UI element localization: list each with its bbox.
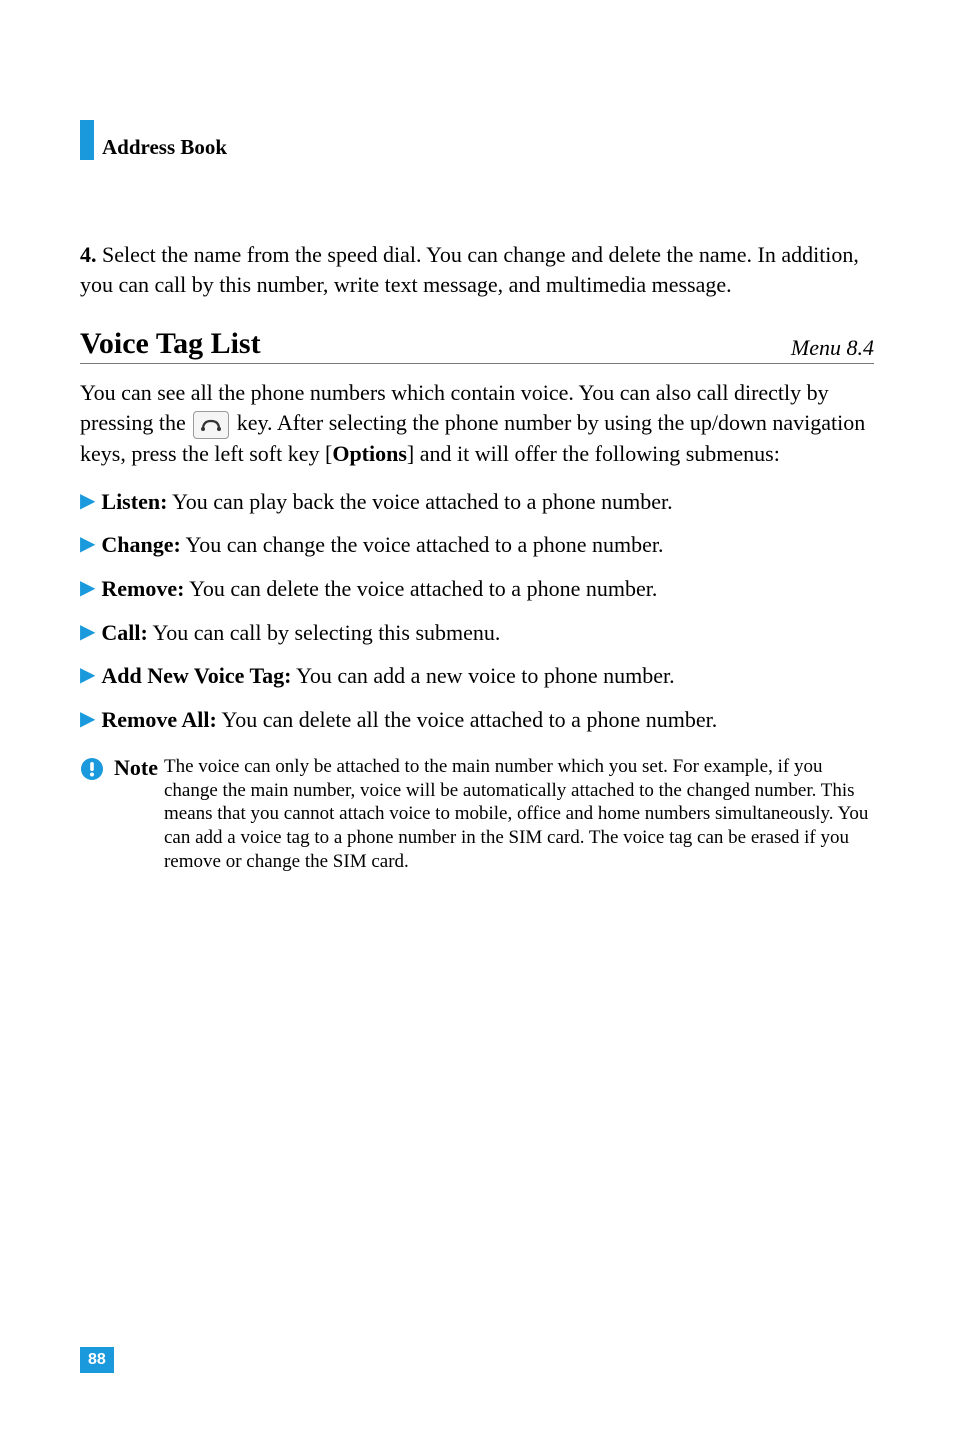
step-text: Select the name from the speed dial. You…	[80, 242, 859, 297]
page-number: 88	[80, 1347, 114, 1373]
list-item: ▶ Remove: You can delete the voice attac…	[80, 574, 874, 604]
intro-part3: ] and it will offer the following submen…	[407, 441, 780, 466]
intro-paragraph: You can see all the phone numbers which …	[80, 378, 874, 468]
bullet-text: You can change the voice attached to a p…	[181, 532, 664, 557]
bullet-text: You can call by selecting this submenu.	[148, 620, 501, 645]
step-number: 4.	[80, 242, 97, 267]
bullet-arrow-icon: ▶	[80, 618, 95, 646]
heading-row: Voice Tag List Menu 8.4	[80, 327, 874, 364]
bullet-arrow-icon: ▶	[80, 487, 95, 515]
bullet-arrow-icon: ▶	[80, 661, 95, 689]
bullet-text: You can delete all the voice attached to…	[217, 707, 717, 732]
note-text: The voice can only be attached to the ma…	[164, 755, 874, 874]
section-bar-icon	[80, 120, 94, 160]
bullet-label: Remove All:	[101, 707, 216, 732]
section-title: Address Book	[102, 135, 227, 160]
list-item: ▶ Change: You can change the voice attac…	[80, 530, 874, 560]
bullet-label: Remove:	[101, 576, 184, 601]
bullet-list: ▶ Listen: You can play back the voice at…	[80, 487, 874, 735]
bullet-text: You can delete the voice attached to a p…	[184, 576, 657, 601]
bullet-label: Listen:	[101, 489, 167, 514]
heading-title: Voice Tag List	[80, 327, 261, 361]
bullet-text: You can play back the voice attached to …	[167, 489, 672, 514]
note-block: Note The voice can only be attached to t…	[80, 755, 874, 874]
bullet-arrow-icon: ▶	[80, 705, 95, 733]
bullet-arrow-icon: ▶	[80, 530, 95, 558]
heading-menu-ref: Menu 8.4	[791, 335, 874, 361]
list-item: ▶ Call: You can call by selecting this s…	[80, 618, 874, 648]
manual-page: Address Book 4. Select the name from the…	[0, 0, 954, 1433]
bullet-label: Add New Voice Tag:	[101, 663, 291, 688]
bullet-text: You can add a new voice to phone number.	[291, 663, 674, 688]
note-exclamation-icon	[80, 757, 104, 781]
bullet-arrow-icon: ▶	[80, 574, 95, 602]
note-label: Note	[114, 755, 158, 781]
bullet-label: Change:	[101, 532, 180, 557]
list-item: ▶ Listen: You can play back the voice at…	[80, 487, 874, 517]
step-paragraph: 4. Select the name from the speed dial. …	[80, 240, 874, 299]
call-key-icon	[193, 411, 229, 439]
intro-bold-options: Options	[332, 441, 407, 466]
bullet-label: Call:	[101, 620, 147, 645]
list-item: ▶ Remove All: You can delete all the voi…	[80, 705, 874, 735]
section-header: Address Book	[80, 120, 874, 160]
list-item: ▶ Add New Voice Tag: You can add a new v…	[80, 661, 874, 691]
